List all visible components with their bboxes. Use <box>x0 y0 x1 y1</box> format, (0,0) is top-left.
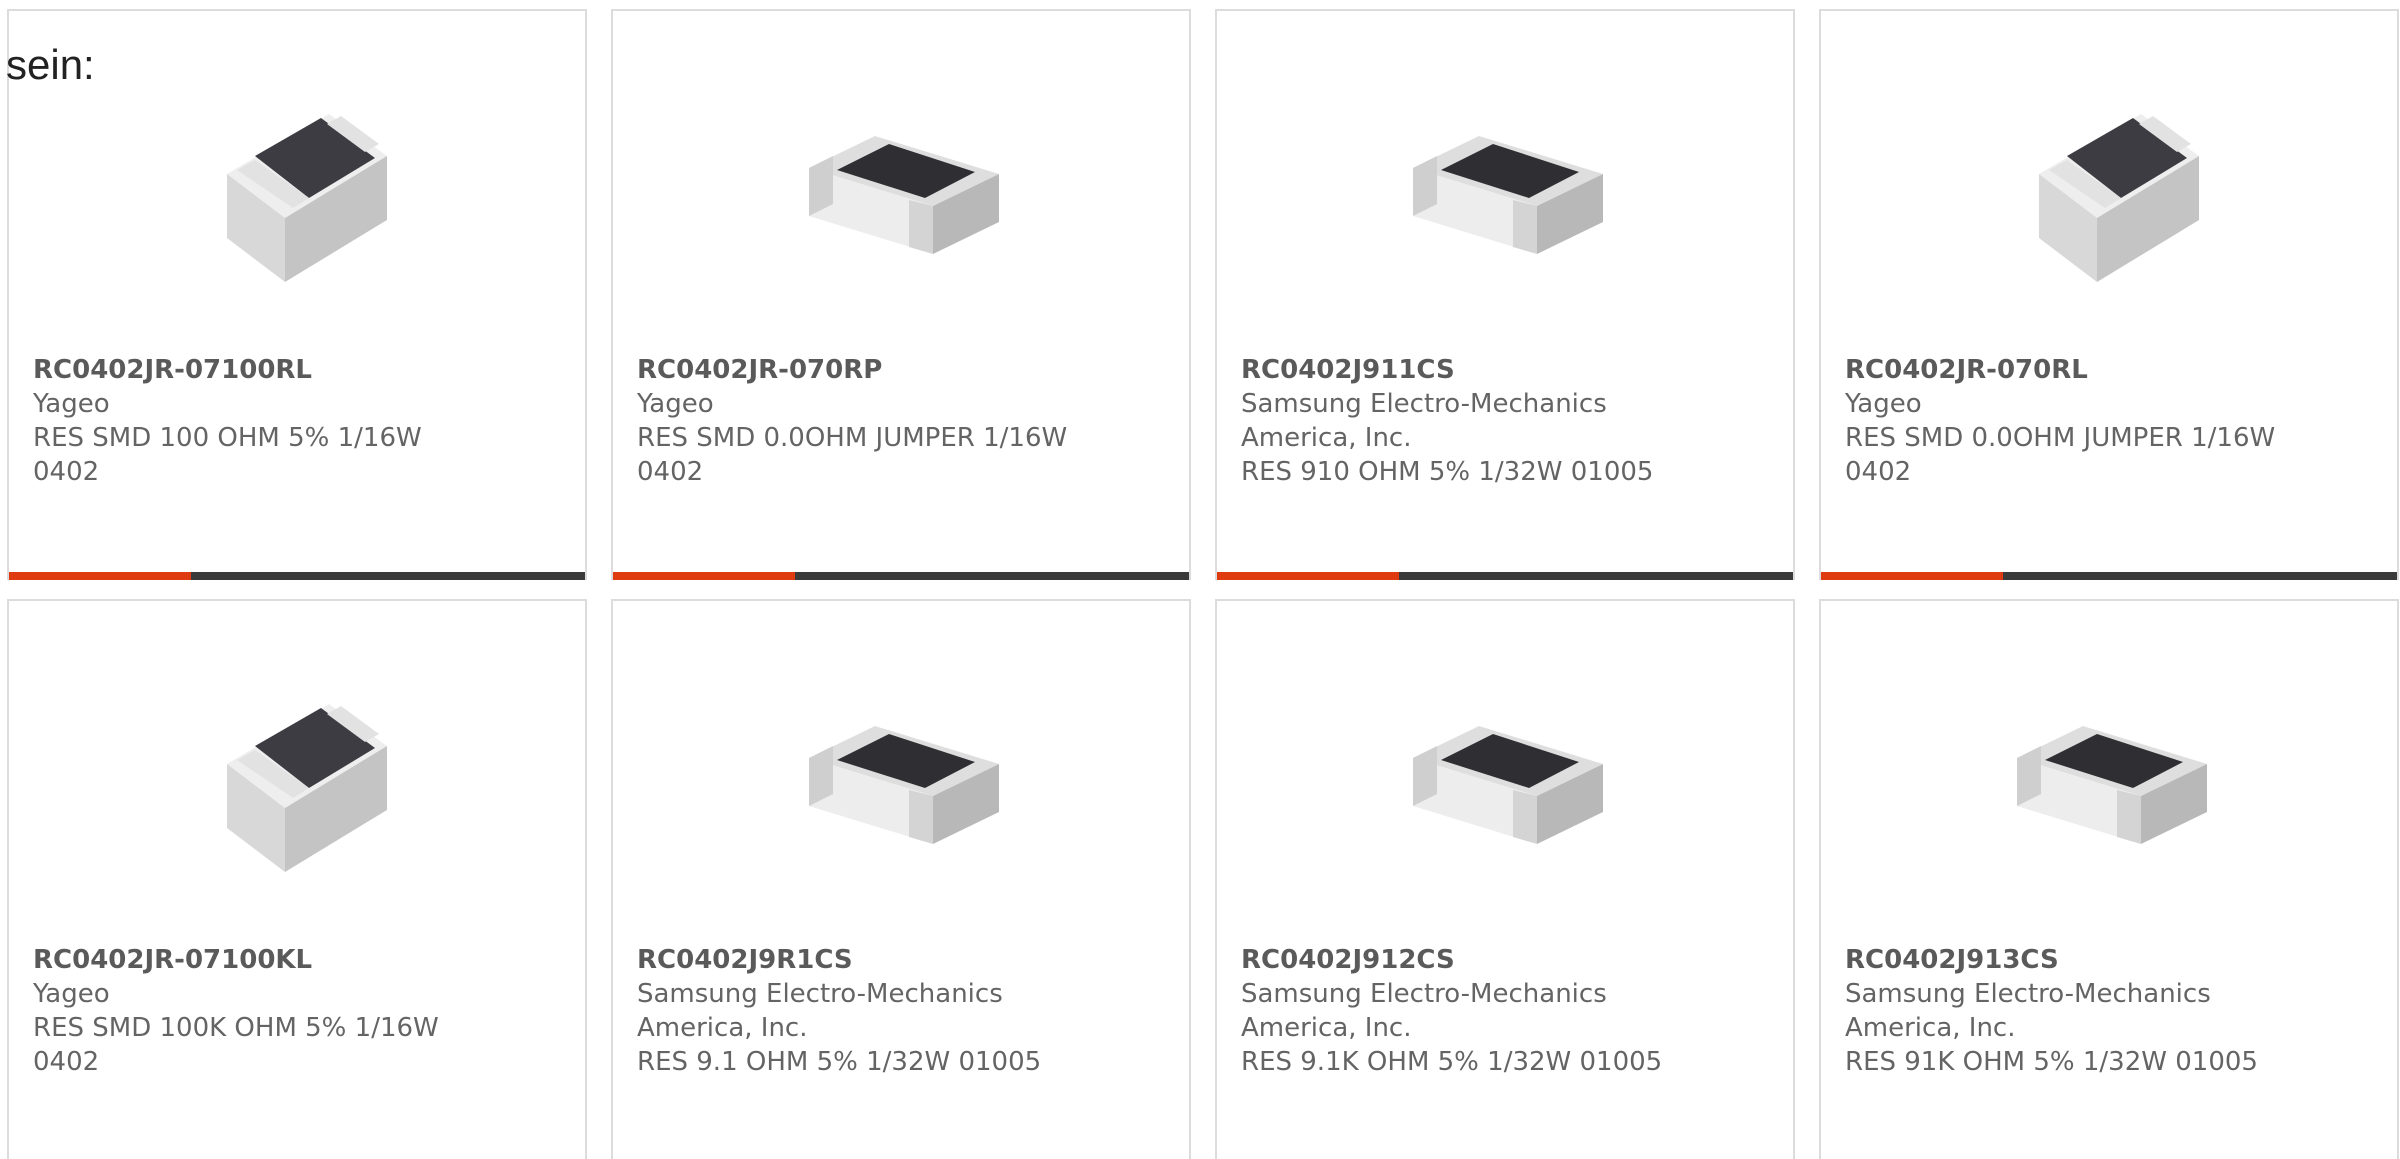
description: RES SMD 0.0OHM JUMPER 1/16W 0402 <box>1845 423 2276 487</box>
manufacturer: Samsung Electro-Mechanics America, Inc. <box>1241 389 1607 453</box>
accent-segment <box>1217 572 1399 580</box>
product-card[interactable]: RC0402J9R1CS Samsung Electro-Mechanics A… <box>611 599 1191 1159</box>
manufacturer: Yageo <box>1845 389 1922 419</box>
card-accent-bar <box>1821 572 2397 580</box>
description: RES 91K OHM 5% 1/32W 01005 <box>1845 1047 2258 1077</box>
card-accent-bar <box>9 572 585 580</box>
description: RES 9.1 OHM 5% 1/32W 01005 <box>637 1047 1042 1077</box>
part-number[interactable]: RC0402J911CS <box>1241 353 1681 387</box>
manufacturer: Yageo <box>33 979 110 1009</box>
product-card[interactable]: RC0402J912CS Samsung Electro-Mechanics A… <box>1215 599 1795 1159</box>
smd-resistor-side-icon[interactable] <box>2006 671 2216 881</box>
smd-resistor-side-icon[interactable] <box>1402 671 1612 881</box>
description: RES SMD 100 OHM 5% 1/16W 0402 <box>33 423 422 487</box>
accent-segment <box>1821 572 2003 580</box>
part-number[interactable]: RC0402JR-07100KL <box>33 943 473 977</box>
product-card[interactable]: RC0402J911CS Samsung Electro-Mechanics A… <box>1215 9 1795 580</box>
description: RES 910 OHM 5% 1/32W 01005 <box>1241 457 1654 487</box>
accent-segment <box>9 572 191 580</box>
manufacturer: Yageo <box>33 389 110 419</box>
product-card[interactable]: RC0402JR-07100RL Yageo RES SMD 100 OHM 5… <box>7 9 587 580</box>
card-accent-bar <box>1217 572 1793 580</box>
part-number[interactable]: RC0402J913CS <box>1845 943 2285 977</box>
part-number[interactable]: RC0402JR-070RL <box>1845 353 2285 387</box>
part-number[interactable]: RC0402J9R1CS <box>637 943 1077 977</box>
part-number[interactable]: RC0402JR-07100RL <box>33 353 473 387</box>
smd-resistor-side-icon[interactable] <box>1402 81 1612 291</box>
manufacturer: Samsung Electro-Mechanics America, Inc. <box>1241 979 1607 1043</box>
manufacturer: Yageo <box>637 389 714 419</box>
description: RES 9.1K OHM 5% 1/32W 01005 <box>1241 1047 1663 1077</box>
description: RES SMD 100K OHM 5% 1/16W 0402 <box>33 1013 439 1077</box>
part-number[interactable]: RC0402J912CS <box>1241 943 1681 977</box>
manufacturer: Samsung Electro-Mechanics America, Inc. <box>1845 979 2211 1043</box>
product-card[interactable]: RC0402JR-070RP Yageo RES SMD 0.0OHM JUMP… <box>611 9 1191 580</box>
smd-resistor-angled-icon[interactable] <box>194 671 404 881</box>
smd-resistor-angled-icon[interactable] <box>194 81 404 291</box>
smd-resistor-angled-icon[interactable] <box>2006 81 2216 291</box>
product-card[interactable]: RC0402J913CS Samsung Electro-Mechanics A… <box>1819 599 2399 1159</box>
smd-resistor-side-icon[interactable] <box>798 81 1008 291</box>
manufacturer: Samsung Electro-Mechanics America, Inc. <box>637 979 1003 1043</box>
accent-segment <box>613 572 795 580</box>
part-number[interactable]: RC0402JR-070RP <box>637 353 1077 387</box>
card-accent-bar <box>613 572 1189 580</box>
product-card[interactable]: RC0402JR-07100KL Yageo RES SMD 100K OHM … <box>7 599 587 1159</box>
smd-resistor-side-icon[interactable] <box>798 671 1008 881</box>
product-card[interactable]: RC0402JR-070RL Yageo RES SMD 0.0OHM JUMP… <box>1819 9 2399 580</box>
description: RES SMD 0.0OHM JUMPER 1/16W 0402 <box>637 423 1068 487</box>
intro-text: sein: <box>6 41 95 88</box>
